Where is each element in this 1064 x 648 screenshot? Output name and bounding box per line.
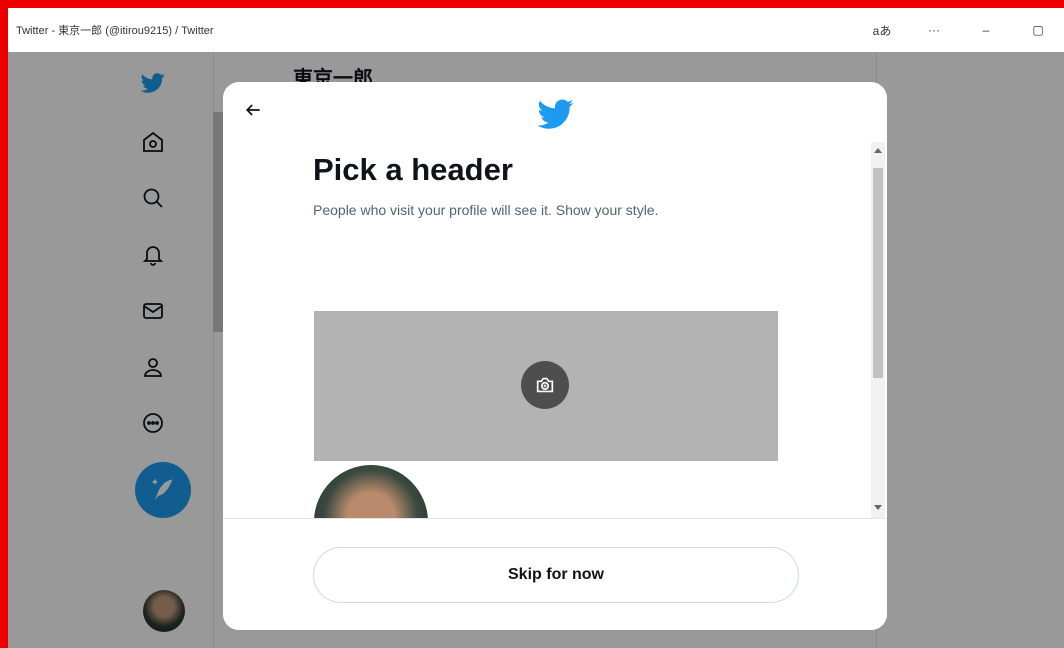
pick-header-dialog: Pick a header People who visit your prof…: [223, 82, 887, 630]
dialog-title: Pick a header: [313, 152, 513, 187]
window-titlebar: Twitter - 東京一郎 (@itirou9215) / Twitter a…: [8, 8, 1064, 52]
profile-avatar: [314, 465, 428, 518]
add-photo-button[interactable]: [521, 361, 569, 409]
dialog-subtitle: People who visit your profile will see i…: [313, 202, 659, 218]
header-image-placeholder[interactable]: [314, 311, 778, 461]
app-window: Twitter - 東京一郎 (@itirou9215) / Twitter a…: [0, 0, 1064, 648]
minimize-button[interactable]: –: [960, 23, 1012, 37]
twitter-logo-icon: [538, 99, 574, 129]
more-options-button[interactable]: ···: [908, 23, 960, 37]
scroll-down-arrow-icon[interactable]: [874, 505, 882, 510]
window-controls: aあ ··· – ▢: [856, 8, 1064, 52]
read-aloud-button[interactable]: aあ: [856, 22, 908, 39]
skip-for-now-button[interactable]: Skip for now: [313, 547, 799, 603]
scroll-up-arrow-icon[interactable]: [874, 148, 882, 153]
scrollbar-thumb[interactable]: [873, 168, 883, 378]
dialog-scrollbar[interactable]: [871, 142, 885, 518]
dialog-footer: Skip for now: [223, 518, 887, 630]
maximize-button[interactable]: ▢: [1012, 23, 1064, 37]
back-arrow-icon[interactable]: [243, 100, 263, 120]
window-title: Twitter - 東京一郎 (@itirou9215) / Twitter: [16, 25, 214, 37]
dialog-content: Pick a header People who visit your prof…: [223, 142, 887, 518]
camera-icon: [536, 377, 554, 393]
